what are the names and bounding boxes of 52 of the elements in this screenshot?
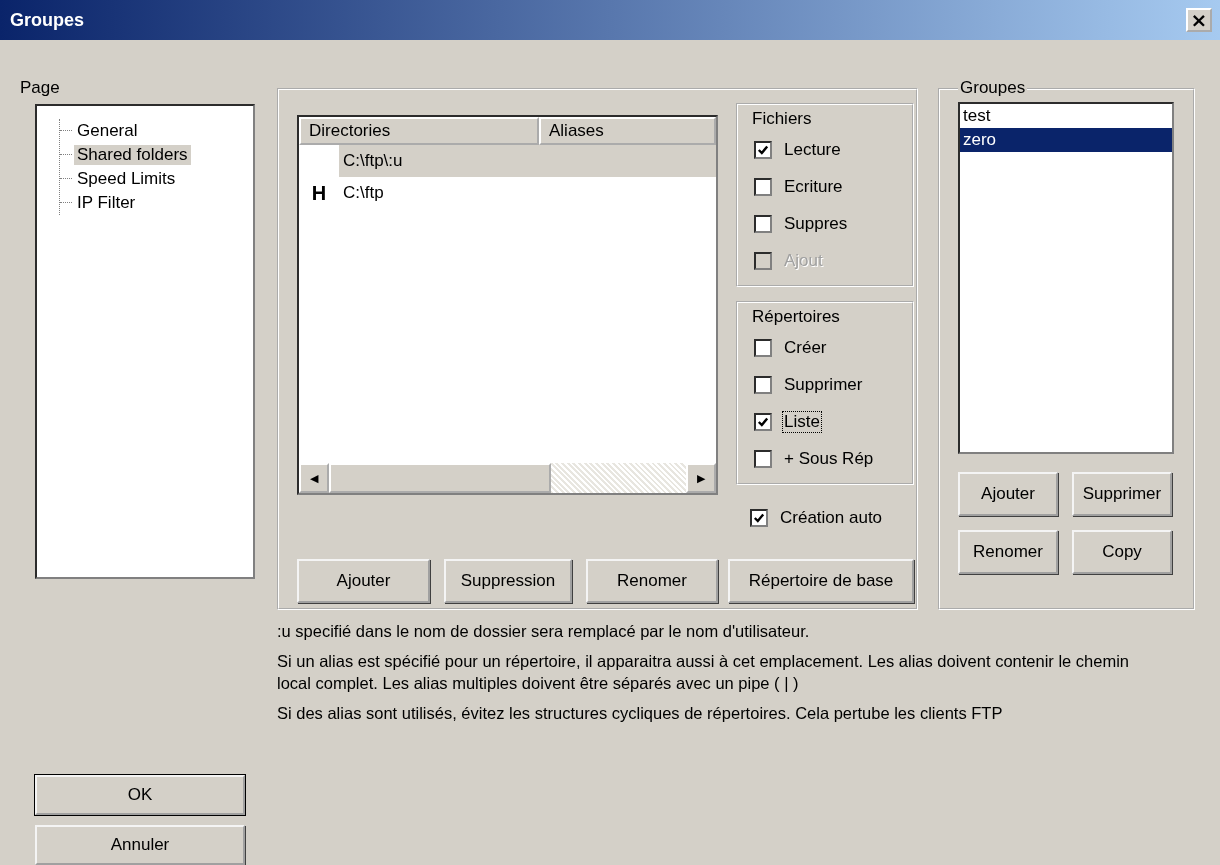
checkbox-label[interactable]: Liste [782,410,822,433]
group-action-button[interactable]: Supprimer [1072,472,1172,516]
checkbox-label[interactable]: Création auto [778,506,885,529]
scroll-right-button[interactable]: ▶ [686,463,716,493]
cancel-button[interactable]: Annuler [35,825,245,865]
group-item[interactable]: zero [960,128,1172,152]
checkbox-label[interactable]: Créer [782,336,829,359]
checkbox[interactable] [754,375,772,394]
column-header[interactable]: Directories [299,117,539,145]
checkmark-icon [757,143,769,156]
checkbox[interactable] [754,449,772,468]
tree-item[interactable]: IP Filter [74,192,139,213]
directory-action-button[interactable]: Renomer [586,559,718,603]
help-text: Si un alias est spécifié pour un répertoire, il apparaitra aussi à cet emplacement. Les alias doivent contenir le chemin local complet. Les alias multiples doivent être séparés avec un pipe ( | ) [277,651,1131,694]
ok-button[interactable]: OK [35,775,245,815]
directory-action-button[interactable]: Ajouter [297,559,430,603]
scroll-thumb[interactable] [329,463,551,493]
page-label: Page [20,78,61,98]
checkmark-icon [757,415,769,428]
checkbox[interactable] [754,140,772,159]
directory-row[interactable]: C:\ftp [339,177,716,209]
help-text: Si des alias sont utilisés, évitez les structures cycliques de répertoires. Cela pertube les clients FTP [277,703,1004,724]
checkbox-label[interactable]: Ecriture [782,175,845,198]
directory-row[interactable]: C:\ftp\:u [339,145,716,177]
horizontal-scrollbar[interactable]: ◀ ▶ [299,463,716,493]
checkbox-label[interactable]: Lecture [782,138,843,161]
directory-action-button[interactable]: Répertoire de base [728,559,914,603]
checkbox-label[interactable]: Suppres [782,212,850,235]
checkbox-label[interactable]: + Sous Rép [782,447,876,470]
checkbox[interactable] [754,214,772,233]
tree-item[interactable]: Shared folders [74,144,191,165]
home-marker-label: H [311,181,327,204]
close-button[interactable]: × [1186,8,1212,32]
scroll-left-button[interactable]: ◀ [299,463,329,493]
group-title: Répertoires [750,307,842,327]
groups-title: Groupes [958,78,1028,98]
checkbox[interactable] [754,338,772,357]
window-title: Groupes [10,9,84,31]
checkbox[interactable] [750,508,768,527]
column-header[interactable]: Aliases [539,117,716,145]
checkbox[interactable] [754,177,772,196]
group-action-button[interactable]: Ajouter [958,472,1058,516]
tree-item[interactable]: General [74,120,141,141]
tree-item[interactable]: Speed Limits [74,168,179,189]
checkbox[interactable] [754,412,772,431]
directory-action-button[interactable]: Suppression [444,559,572,603]
group-action-button[interactable]: Renomer [958,530,1058,574]
group-action-button[interactable]: Copy [1072,530,1172,574]
group-item[interactable]: test [960,104,1172,128]
checkmark-icon [753,511,765,524]
checkbox-label[interactable]: Supprimer [782,373,865,396]
help-text: :u specifié dans le nom de dossier sera remplacé par le nom d'utilisateur. [277,621,811,642]
